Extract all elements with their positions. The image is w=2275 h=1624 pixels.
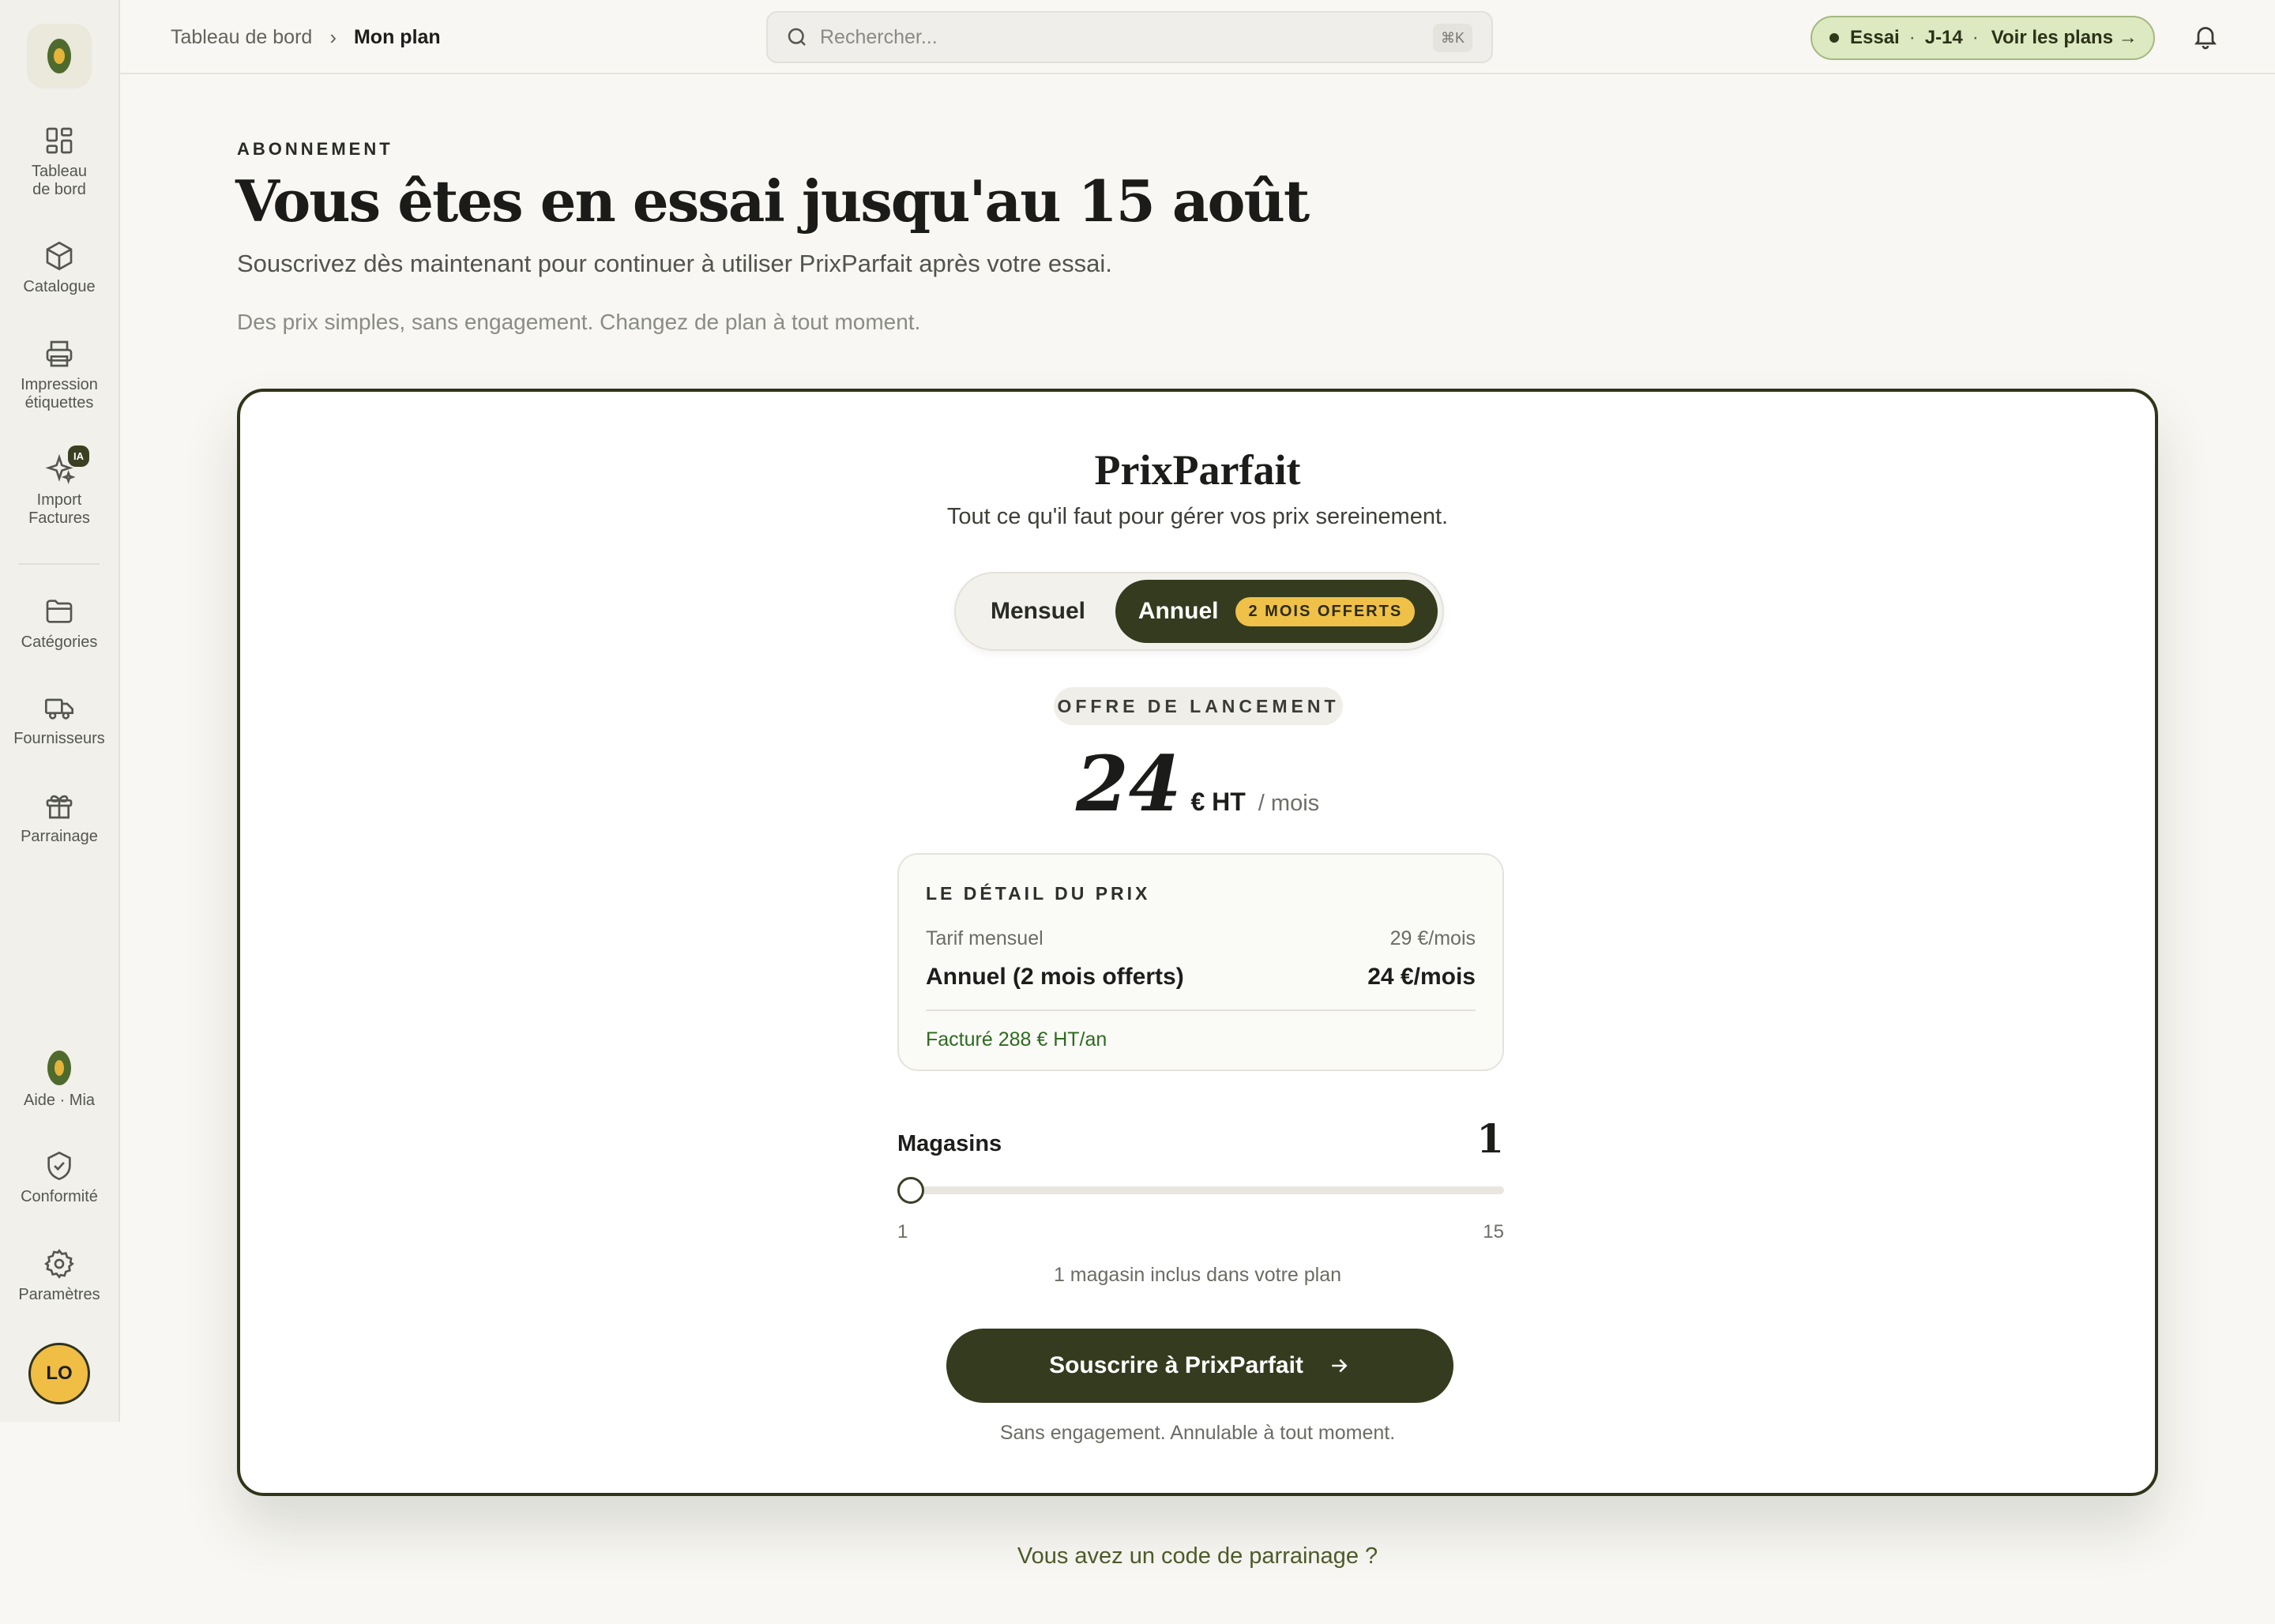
price-detail-box: LE DÉTAIL DU PRIX Tarif mensuel 29 €/moi… [897, 853, 1504, 1071]
sidebar-item-label: Fournisseurs [13, 730, 105, 747]
sidebar-divider [19, 563, 100, 565]
ai-badge: IA [68, 445, 89, 467]
price-period: / mois [1258, 791, 1320, 816]
stores-slider-handle[interactable] [897, 1177, 924, 1204]
stores-note: 1 magasin inclus dans votre plan [1053, 1264, 1342, 1286]
sidebar-item-label: Aide · Mia [23, 1092, 96, 1109]
promo-badge: 2 MOIS OFFERTS [1235, 596, 1416, 626]
printer-icon [46, 340, 73, 367]
subscribe-disclaimer: Sans engagement. Annulable à tout moment… [999, 1422, 1396, 1444]
pricing-card: PrixParfait Tout ce qu'il faut pour gére… [237, 389, 2158, 1496]
billing-annual-option[interactable]: Annuel 2 MOIS OFFERTS [1115, 580, 1438, 643]
sidebar-item-label: Impression [21, 376, 98, 393]
launch-offer-badge: OFFRE DE LANCEMENT [1054, 687, 1343, 725]
shield-check-icon [47, 1151, 71, 1181]
sidebar-item-label: Conformité [21, 1188, 98, 1205]
gift-icon [46, 795, 73, 819]
divider [926, 1009, 1476, 1011]
billing-annual-label: Annuel [1138, 598, 1219, 624]
sidebar-item-dashboard[interactable]: Tableau de bord [0, 125, 118, 199]
view-plans-link[interactable]: Voir les plans → [1991, 27, 2138, 49]
sidebar-item-catalogue[interactable]: Catalogue [0, 240, 118, 296]
status-dot-icon [1829, 33, 1839, 43]
breadcrumb: Tableau de bord › Mon plan [171, 25, 441, 50]
user-avatar[interactable]: LO [28, 1343, 90, 1404]
sidebar-item-referral[interactable]: Parrainage [0, 790, 118, 846]
sidebar-item-settings[interactable]: Paramètres [0, 1248, 118, 1304]
chevron-right-icon: › [329, 25, 337, 49]
breadcrumb-current: Mon plan [353, 26, 441, 48]
avocado-icon [47, 1051, 71, 1085]
arrow-right-icon [1332, 1359, 1348, 1373]
pricing-note: Des prix simples, sans engagement. Chang… [237, 310, 921, 334]
sidebar-item-label: Tableau [31, 163, 88, 180]
sidebar-item-label: Parrainage [21, 828, 98, 845]
search-bar[interactable]: ⌘K [766, 11, 1493, 63]
sidebar-item-label: de bord [32, 181, 86, 198]
sidebar-item-label: Import [36, 491, 82, 509]
slider-min-label: 1 [897, 1221, 908, 1242]
trial-separator: · [1972, 27, 1979, 48]
billing-monthly-label: Mensuel [990, 598, 1086, 624]
monthly-rate-label: Tarif mensuel [926, 927, 1043, 949]
trial-days: J-14 [1924, 27, 1963, 48]
grid-icon [46, 127, 73, 154]
sidebar-item-label: Paramètres [18, 1286, 100, 1303]
sidebar: Tableau de bord Catalogue Impression éti… [0, 0, 120, 1422]
annual-rate-label: Annuel (2 mois offerts) [926, 964, 1184, 990]
sidebar-item-label: Factures [28, 509, 90, 527]
billing-monthly-option[interactable]: Mensuel [956, 573, 1120, 649]
search-input[interactable] [820, 25, 1420, 49]
folder-icon [46, 600, 73, 623]
truck-icon [44, 698, 73, 720]
sidebar-item-labels[interactable]: Impression étiquettes [0, 338, 118, 412]
subscribe-button-label: Souscrire à PrixParfait [1049, 1352, 1303, 1378]
slider-max-label: 15 [1483, 1221, 1504, 1242]
price-display: 24 € HT / mois [240, 739, 2155, 829]
page-subtitle: Souscrivez dès maintenant pour continuer… [237, 250, 1112, 277]
stores-slider-track[interactable] [897, 1186, 1504, 1194]
referral-code-link[interactable]: Vous avez un code de parrainage ? [0, 1543, 2275, 1569]
price-amount: 24 [1075, 739, 1182, 829]
package-icon [46, 241, 73, 271]
price-detail-row: Tarif mensuel 29 €/mois [926, 927, 1476, 950]
trial-label: Essai [1850, 27, 1900, 48]
search-shortcut: ⌘K [1432, 24, 1472, 52]
topbar: Tableau de bord › Mon plan ⌘K Essai · J-… [120, 0, 2275, 74]
plan-tagline: Tout ce qu'il faut pour gérer vos prix s… [946, 504, 1449, 529]
monthly-rate-value: 29 €/mois [1389, 927, 1476, 949]
stores-label: Magasins [897, 1131, 1002, 1156]
breadcrumb-dashboard[interactable]: Tableau de bord [171, 26, 312, 49]
gear-icon [44, 1249, 74, 1279]
annual-rate-value: 24 €/mois [1367, 964, 1476, 990]
section-eyebrow: ABONNEMENT [237, 139, 393, 159]
price-detail-title: LE DÉTAIL DU PRIX [926, 883, 1151, 904]
price-detail-row: Annuel (2 mois offerts) 24 €/mois [926, 964, 1476, 991]
avocado-logo-icon [47, 39, 71, 73]
plan-name: PrixParfait [1094, 446, 1301, 494]
sidebar-item-categories[interactable]: Catégories [0, 596, 118, 652]
bell-icon[interactable] [2191, 22, 2220, 51]
sidebar-item-help[interactable]: Aide · Mia [0, 1051, 118, 1110]
stores-value: 1 [1476, 1115, 1504, 1162]
trial-separator: · [1908, 27, 1916, 48]
subscribe-button[interactable]: Souscrire à PrixParfait [946, 1329, 1453, 1403]
sidebar-item-label: Catégories [21, 633, 98, 651]
trial-status-pill[interactable]: Essai · J-14 · Voir les plans → [1811, 16, 2155, 60]
sidebar-item-compliance[interactable]: Conformité [0, 1150, 118, 1206]
search-icon [788, 28, 806, 46]
sidebar-item-suppliers[interactable]: Fournisseurs [0, 692, 118, 748]
sidebar-item-label: Catalogue [23, 278, 96, 295]
app-logo[interactable] [27, 24, 92, 88]
price-currency: € HT [1190, 788, 1246, 816]
sidebar-item-label: étiquettes [24, 394, 94, 412]
sidebar-item-invoices[interactable]: IA Import Factures [0, 445, 118, 528]
page-title: Vous êtes en essai jusqu'au 15 août [235, 167, 1310, 235]
billing-toggle: Mensuel Annuel 2 MOIS OFFERTS [954, 572, 1444, 651]
billed-amount: Facturé 288 € HT/an [926, 1028, 1107, 1051]
